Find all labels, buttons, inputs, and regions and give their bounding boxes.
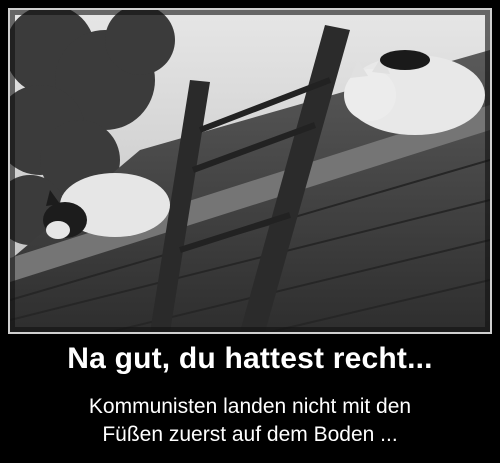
poster-subtitle-line-1: Kommunisten landen nicht mit den — [88, 395, 412, 418]
poster-subtitle-line-2: Füßen zuerst auf dem Boden ... — [102, 423, 398, 446]
photo-rooftop-cats — [10, 10, 490, 332]
photo-frame — [8, 8, 492, 334]
poster-title: Na gut, du hattest recht... — [67, 342, 433, 375]
poster-subtitle: Kommunisten landen nicht mit den Füßen z… — [0, 393, 500, 449]
demotivational-poster: Na gut, du hattest recht... Kommunisten … — [0, 0, 500, 463]
